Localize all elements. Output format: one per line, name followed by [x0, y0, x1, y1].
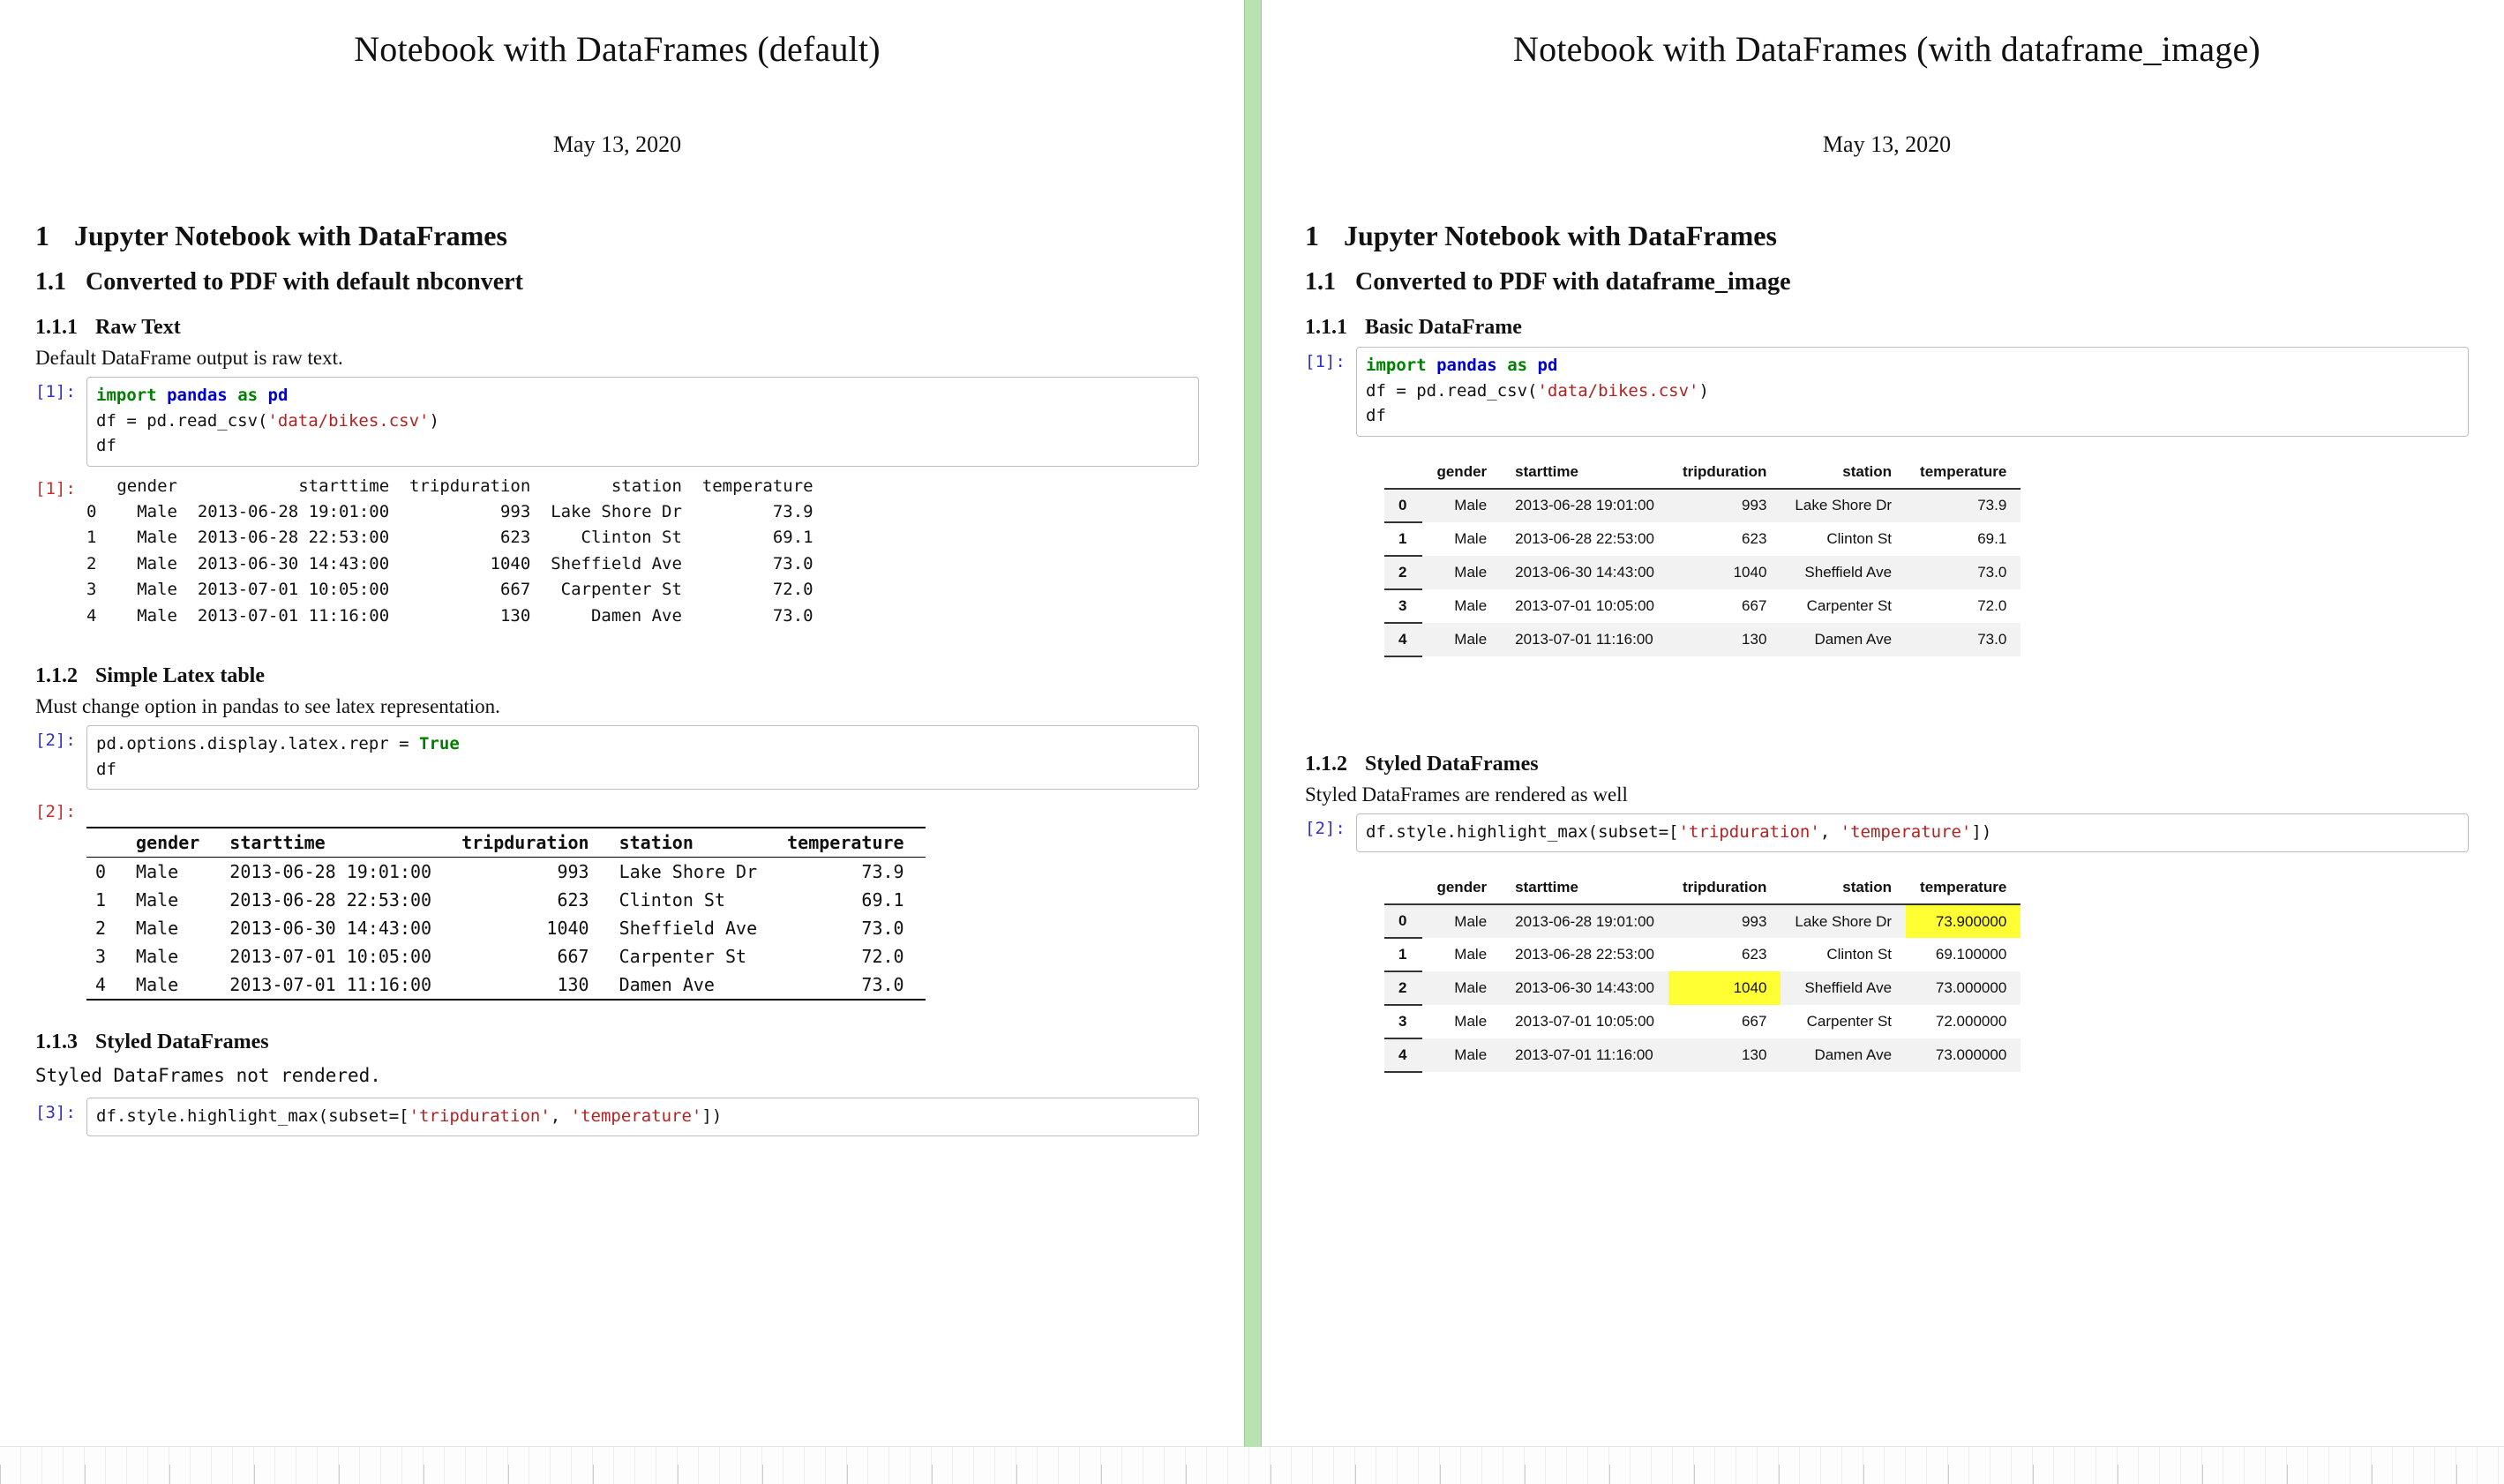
df-styled-row: 0Male2013-06-28 19:01:00993Lake Shore Dr… — [1384, 904, 2020, 938]
df-table-row: 2Male2013-06-30 14:43:001040Sheffield Av… — [1384, 556, 2020, 589]
heading-1-left: 1Jupyter Notebook with DataFrames — [35, 220, 1199, 252]
latex-table-row: 4Male2013-07-01 11:16:00130Damen Ave73.0 — [86, 971, 926, 1000]
output-cell-left-1: [1]: gender starttime tripduration stati… — [35, 474, 1199, 630]
latex-table: gender starttime tripduration station te… — [86, 827, 926, 1001]
bottom-ruler — [0, 1446, 2504, 1484]
heading-1-1-right: 1.1Converted to PDF with dataframe_image — [1305, 268, 2469, 296]
doc-date-right: May 13, 2020 — [1305, 131, 2469, 158]
doc-title-left: Notebook with DataFrames (default) — [35, 28, 1199, 70]
df-styled-row: 4Male2013-07-01 11:16:00130Damen Ave73.0… — [1384, 1038, 2020, 1072]
para-styled-not-rendered: Styled DataFrames not rendered. — [35, 1061, 1199, 1091]
para-styled-rendered: Styled DataFrames are rendered as well — [1305, 783, 2469, 806]
para-raw-text: Default DataFrame output is raw text. — [35, 347, 1199, 370]
latex-table-row: 1Male2013-06-28 22:53:00623Clinton St69.… — [86, 886, 926, 914]
in-prompt-left-1: [1]: — [35, 377, 86, 401]
code-cell-right-1: [1]: import pandas as pd df = pd.read_cs… — [1305, 347, 2469, 437]
latex-table-row: 2Male2013-06-30 14:43:001040Sheffield Av… — [86, 914, 926, 942]
latex-table-row: 3Male2013-07-01 10:05:00667Carpenter St7… — [86, 942, 926, 971]
in-prompt-right-1: [1]: — [1305, 347, 1356, 371]
doc-date-left: May 13, 2020 — [35, 131, 1199, 158]
heading-1-1-left: 1.1Converted to PDF with default nbconve… — [35, 268, 1199, 296]
df2-header-row: gender starttime tripduration station te… — [1384, 872, 2020, 904]
code-box-left-1: import pandas as pd df = pd.read_csv('da… — [86, 377, 1199, 467]
heading-1-1-1-right: 1.1.1Basic DataFrame — [1305, 316, 2469, 340]
right-document: Notebook with DataFrames (with dataframe… — [1252, 0, 2504, 1484]
code-box-right-2: df.style.highlight_max(subset=['tripdura… — [1356, 813, 2469, 853]
heading-1-1-1-left: 1.1.1Raw Text — [35, 316, 1199, 340]
out-prompt-left-2: [2]: — [35, 797, 86, 821]
df-styled-row: 2Male2013-06-30 14:43:001040Sheffield Av… — [1384, 971, 2020, 1005]
df-table-row: 0Male2013-06-28 19:01:00993Lake Shore Dr… — [1384, 489, 2020, 522]
latex-header-row: gender starttime tripduration station te… — [86, 828, 926, 858]
heading-1-1-2-left: 1.1.2Simple Latex table — [35, 664, 1199, 688]
in-prompt-left-3: [3]: — [35, 1098, 86, 1122]
output-cell-left-2: [2]: — [35, 797, 1199, 821]
code-box-right-1: import pandas as pd df = pd.read_csv('da… — [1356, 347, 2469, 437]
out-prompt-left-1: [1]: — [35, 474, 86, 498]
dataframe-table-styled: gender starttime tripduration station te… — [1384, 872, 2020, 1073]
df-styled-row: 3Male2013-07-01 10:05:00667Carpenter St7… — [1384, 1005, 2020, 1038]
doc-title-right: Notebook with DataFrames (with dataframe… — [1305, 28, 2469, 70]
code-cell-left-2: [2]: pd.options.display.latex.repr = Tru… — [35, 725, 1199, 790]
latex-table-row: 0Male2013-06-28 19:01:00993Lake Shore Dr… — [86, 858, 926, 887]
code-cell-left-1: [1]: import pandas as pd df = pd.read_cs… — [35, 377, 1199, 467]
code-box-left-3: df.style.highlight_max(subset=['tripdura… — [86, 1098, 1199, 1137]
vertical-divider[interactable] — [1244, 0, 1262, 1447]
df-header-row: gender starttime tripduration station te… — [1384, 456, 2020, 489]
df-table-row: 4Male2013-07-01 11:16:00130Damen Ave73.0 — [1384, 623, 2020, 656]
raw-text-output: gender starttime tripduration station te… — [86, 474, 813, 630]
code-box-left-2: pd.options.display.latex.repr = True df — [86, 725, 1199, 790]
df-table-row: 1Male2013-06-28 22:53:00623Clinton St69.… — [1384, 522, 2020, 556]
df-table-row: 3Male2013-07-01 10:05:00667Carpenter St7… — [1384, 589, 2020, 623]
heading-1-1-3-left: 1.1.3Styled DataFrames — [35, 1031, 1199, 1054]
heading-1-right: 1Jupyter Notebook with DataFrames — [1305, 220, 2469, 252]
heading-1-1-2-right: 1.1.2Styled DataFrames — [1305, 753, 2469, 776]
in-prompt-left-2: [2]: — [35, 725, 86, 750]
code-cell-right-2: [2]: df.style.highlight_max(subset=['tri… — [1305, 813, 2469, 853]
para-latex: Must change option in pandas to see late… — [35, 695, 1199, 718]
dataframe-table-basic: gender starttime tripduration station te… — [1384, 456, 2020, 657]
in-prompt-right-2: [2]: — [1305, 813, 1356, 838]
df-styled-row: 1Male2013-06-28 22:53:00623Clinton St69.… — [1384, 938, 2020, 971]
left-document: Notebook with DataFrames (default) May 1… — [0, 0, 1252, 1484]
code-cell-left-3: [3]: df.style.highlight_max(subset=['tri… — [35, 1098, 1199, 1137]
